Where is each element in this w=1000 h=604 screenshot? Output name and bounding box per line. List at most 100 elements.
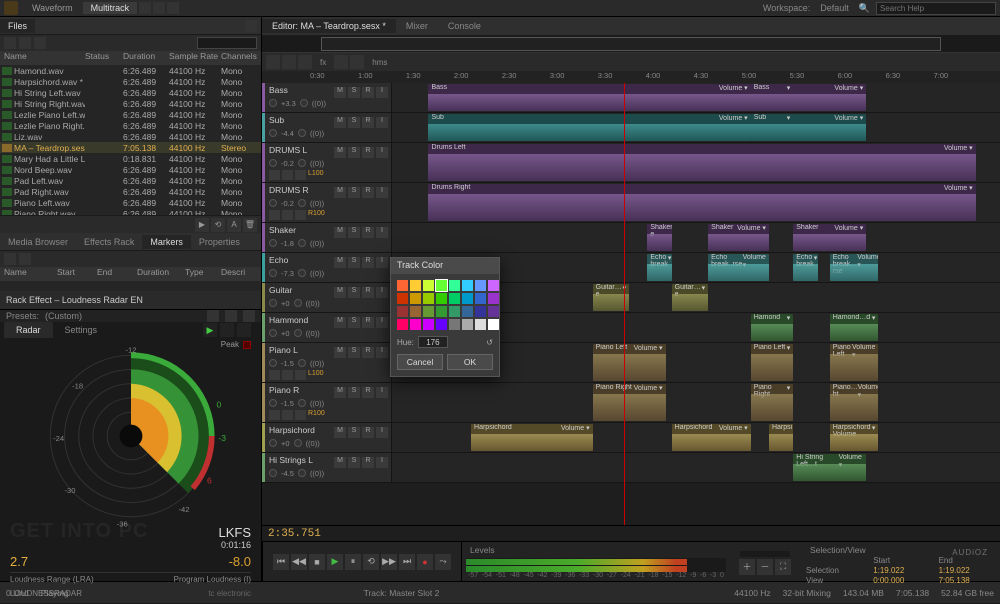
audio-clip[interactable]: Volume ▾: [793, 84, 866, 111]
tracks-area[interactable]: Bass MSRI +3.3((0)) BassVolume ▾Bass ▾Vo…: [262, 83, 1000, 525]
markers-del-icon[interactable]: [19, 253, 31, 265]
mute-button[interactable]: M: [334, 287, 346, 298]
track-header[interactable]: Hi Strings L MSRI -4.5((0)): [262, 453, 392, 482]
preset-del-icon[interactable]: [225, 310, 237, 322]
solo-button[interactable]: S: [348, 147, 360, 158]
audio-clip[interactable]: SubVolume ▾: [428, 114, 750, 141]
markers-add-icon[interactable]: [4, 253, 16, 265]
file-row[interactable]: Mary Had a Little Lamb.wav0:18.83144100 …: [0, 153, 261, 164]
monitor-button[interactable]: I: [376, 427, 388, 438]
track-lane[interactable]: Drums RightVolume ▾: [392, 183, 1000, 222]
zoom-fit-icon[interactable]: ⛶: [775, 559, 791, 575]
record-arm-button[interactable]: R: [362, 147, 374, 158]
selection-view-tab[interactable]: Selection/View: [806, 544, 994, 556]
loop-icon[interactable]: ⟲: [363, 554, 379, 570]
audio-clip[interactable]: BassVolume ▾: [428, 84, 750, 111]
mcol-desc[interactable]: Descri: [221, 267, 261, 281]
pan-knob[interactable]: [294, 299, 302, 307]
color-swatch[interactable]: [423, 306, 434, 317]
color-swatch[interactable]: [423, 319, 434, 330]
tl-btn2[interactable]: [282, 55, 296, 69]
color-swatch[interactable]: [410, 306, 421, 317]
audio-clip[interactable]: HarpsichordVolume ▾: [471, 424, 593, 451]
open-file-icon[interactable]: [4, 37, 16, 49]
record-arm-button[interactable]: R: [362, 347, 374, 358]
color-swatch[interactable]: [488, 319, 499, 330]
mcol-end[interactable]: End: [97, 267, 137, 281]
gain-knob[interactable]: [269, 239, 277, 247]
file-row[interactable]: Piano Right.wav6:26.48944100 HzMono: [0, 208, 261, 215]
audio-clip[interactable]: Echo break…rseVolume ▾: [830, 254, 879, 281]
audio-clip[interactable]: Piano Left ▾: [751, 344, 794, 381]
radar-loop-icon[interactable]: [220, 323, 234, 337]
track-lane[interactable]: Piano RightVolume ▾Piano Right ▾Piano…ht…: [392, 383, 1000, 422]
audio-clip[interactable]: Hi String Left…tVolume ▾: [793, 454, 866, 481]
audio-clip[interactable]: Bass ▾: [751, 84, 794, 111]
panel-tab[interactable]: Markers: [142, 235, 191, 249]
gain-knob[interactable]: [269, 469, 277, 477]
preset-save-icon[interactable]: [207, 310, 219, 322]
audio-clip[interactable]: Piano Right ▾: [751, 384, 794, 421]
goto-start-icon[interactable]: ⏮: [273, 554, 289, 570]
sel-start-val[interactable]: 1:19.022: [873, 566, 928, 575]
ruler-unit[interactable]: hms: [372, 58, 387, 67]
color-swatch[interactable]: [397, 319, 408, 330]
solo-button[interactable]: S: [348, 287, 360, 298]
color-swatch[interactable]: [423, 280, 434, 291]
editor-tab[interactable]: Mixer: [396, 19, 438, 33]
pan-knob[interactable]: [298, 159, 306, 167]
pan-knob[interactable]: [298, 199, 306, 207]
audio-clip[interactable]: Hamond…d ▾: [830, 314, 879, 341]
pause-icon[interactable]: ⏸: [345, 554, 361, 570]
panel-tab[interactable]: Effects Rack: [76, 235, 142, 249]
color-swatch[interactable]: [449, 280, 460, 291]
record-arm-button[interactable]: R: [362, 387, 374, 398]
file-row[interactable]: Piano Left.wav6:26.48944100 HzMono: [0, 197, 261, 208]
file-row[interactable]: Harpsichord.wav *6:26.48944100 HzMono: [0, 76, 261, 87]
color-swatch[interactable]: [423, 293, 434, 304]
solo-button[interactable]: S: [348, 257, 360, 268]
sel-end-val[interactable]: 1:19.022: [939, 566, 994, 575]
color-swatch[interactable]: [475, 280, 486, 291]
monitor-button[interactable]: I: [376, 347, 388, 358]
gain-knob[interactable]: [269, 299, 277, 307]
panel-tab[interactable]: Media Browser: [0, 235, 76, 249]
fx-slot[interactable]: [295, 210, 306, 220]
color-swatch[interactable]: [449, 306, 460, 317]
presets-dropdown[interactable]: (Custom): [45, 311, 82, 321]
file-row[interactable]: Hi String Right.wav6:26.48944100 HzMono: [0, 98, 261, 109]
radar-tab-radar[interactable]: Radar: [4, 322, 53, 338]
panel-menu-icon[interactable]: [245, 20, 257, 32]
tl-send-icon[interactable]: [334, 55, 348, 69]
audio-clip[interactable]: Echo break ▾: [793, 254, 817, 281]
gain-knob[interactable]: [269, 269, 277, 277]
monitor-button[interactable]: I: [376, 457, 388, 468]
fx-slot[interactable]: [269, 210, 280, 220]
view-end-val[interactable]: 7:05.138: [939, 576, 994, 585]
zoom-in-icon[interactable]: ＋: [739, 559, 755, 575]
col-samplerate[interactable]: Sample Rate: [169, 51, 221, 65]
overview-strip[interactable]: [262, 35, 1000, 53]
mute-button[interactable]: M: [334, 87, 346, 98]
pan-knob[interactable]: [298, 129, 306, 137]
zoom-out-icon[interactable]: －: [757, 559, 773, 575]
file-row[interactable]: Nord Beep.wav6:26.48944100 HzMono: [0, 164, 261, 175]
fx-slot[interactable]: [269, 370, 280, 380]
gain-knob[interactable]: [269, 159, 277, 167]
solo-button[interactable]: S: [348, 227, 360, 238]
file-row[interactable]: Liz.wav6:26.48944100 HzMono: [0, 131, 261, 142]
files-autoplay-icon[interactable]: A: [227, 218, 241, 232]
radar-play-icon[interactable]: ▶: [203, 323, 217, 337]
color-swatch[interactable]: [462, 280, 473, 291]
monitor-button[interactable]: I: [376, 287, 388, 298]
track-lane[interactable]: Hi String Left…tVolume ▾: [392, 453, 1000, 482]
audio-clip[interactable]: Hamond ▾: [751, 314, 794, 341]
radar-power-icon[interactable]: [237, 323, 251, 337]
mute-button[interactable]: M: [334, 187, 346, 198]
stop-icon[interactable]: ■: [309, 554, 325, 570]
track-header[interactable]: Hammond MSRI +0((0)): [262, 313, 392, 342]
audio-clip[interactable]: Piano LeftVolume ▾: [830, 344, 879, 381]
record-arm-button[interactable]: R: [362, 427, 374, 438]
fx-slot[interactable]: [269, 410, 280, 420]
monitor-button[interactable]: I: [376, 87, 388, 98]
